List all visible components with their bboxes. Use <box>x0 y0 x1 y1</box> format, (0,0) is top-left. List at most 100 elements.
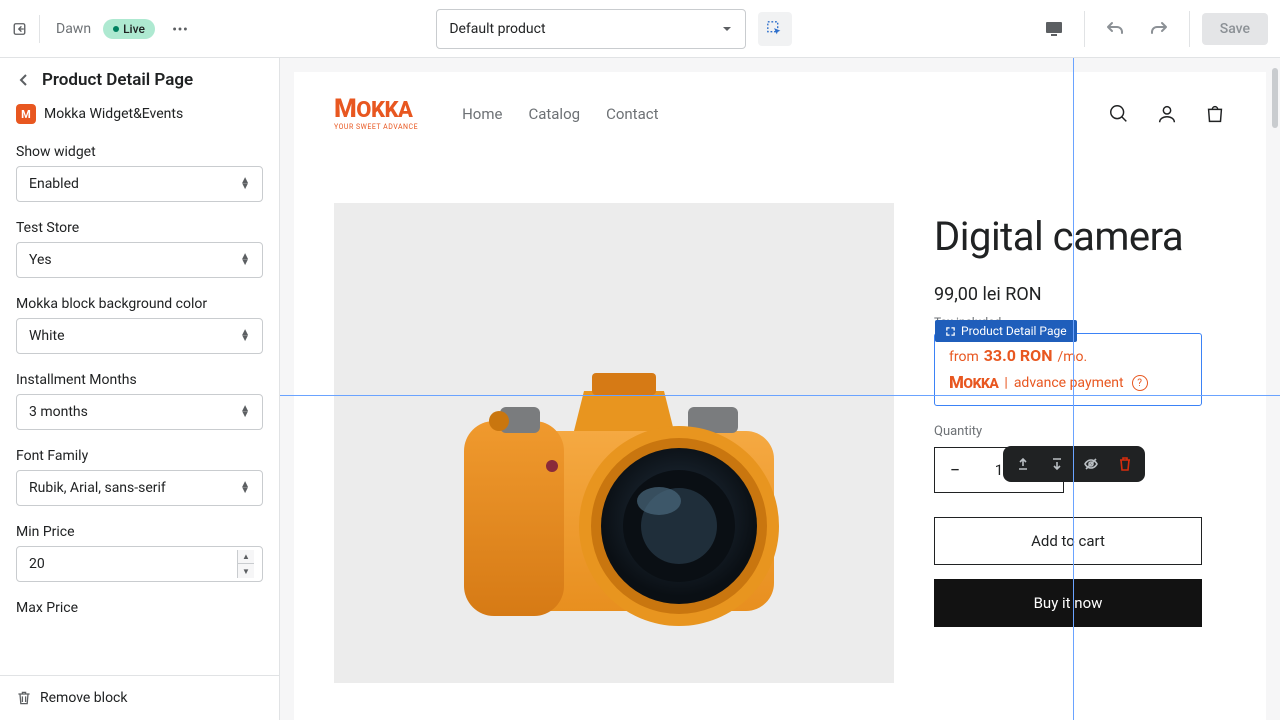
field-months: Installment Months 3 months ▲▼ <box>16 372 263 430</box>
mokka-price-line: from 33.0 RON /mo. <box>949 346 1187 365</box>
spinner-down[interactable]: ▼ <box>238 564 254 578</box>
select-arrows-icon: ▲▼ <box>240 178 250 190</box>
topbar-center: Default product <box>205 9 1024 49</box>
redo-button[interactable] <box>1141 11 1177 47</box>
move-up-icon <box>1015 456 1031 472</box>
app-name: Mokka Widget&Events <box>44 106 183 122</box>
min-price-input[interactable]: 20 ▲ ▼ <box>16 546 263 582</box>
months-select[interactable]: 3 months ▲▼ <box>16 394 263 430</box>
nav-contact[interactable]: Contact <box>606 105 658 123</box>
product-image[interactable] <box>334 203 894 683</box>
store-nav: Home Catalog Contact <box>462 105 658 123</box>
dots-icon <box>171 20 189 38</box>
field-show-widget: Show widget Enabled ▲▼ <box>16 144 263 202</box>
viewport-button[interactable] <box>1036 11 1072 47</box>
move-up-button[interactable] <box>1013 454 1033 474</box>
trash-icon <box>1117 456 1133 472</box>
mokka-widget-block[interactable]: Product Detail Page from 33.0 RON /mo. M… <box>934 333 1202 406</box>
number-value: 20 <box>29 556 45 572</box>
chevron-left-icon <box>16 72 32 88</box>
field-bg-color: Mokka block background color White ▲▼ <box>16 296 263 354</box>
nav-home[interactable]: Home <box>462 105 502 123</box>
app-icon: M <box>16 104 36 124</box>
select-value: White <box>29 328 65 344</box>
scrollbar-thumb[interactable] <box>1272 68 1278 128</box>
undo-button[interactable] <box>1097 11 1133 47</box>
select-arrows-icon: ▲▼ <box>240 406 250 418</box>
search-button[interactable] <box>1108 103 1130 125</box>
field-max-price: Max Price <box>16 600 263 616</box>
select-arrows-icon: ▲▼ <box>240 482 250 494</box>
theme-name: Dawn <box>56 21 91 37</box>
preview-scrollbar[interactable] <box>1272 68 1278 710</box>
remove-block-button[interactable]: Remove block <box>0 675 279 720</box>
product-area: Digital camera 99,00 lei RON Tax include… <box>294 143 1266 683</box>
exit-button[interactable] <box>12 15 40 43</box>
preview-frame[interactable]: MOKKA YOUR SWEET ADVANCE Home Catalog Co… <box>294 72 1266 720</box>
font-select[interactable]: Rubik, Arial, sans-serif ▲▼ <box>16 470 263 506</box>
mokka-brand-line: MOKKA | advance payment ? <box>949 373 1187 393</box>
from-text: from <box>949 349 979 365</box>
add-to-cart-button[interactable]: Add to cart <box>934 517 1202 565</box>
exit-icon <box>12 20 27 38</box>
bg-color-select[interactable]: White ▲▼ <box>16 318 263 354</box>
main-layout: Product Detail Page M Mokka Widget&Event… <box>0 58 1280 720</box>
divider <box>1189 11 1190 47</box>
test-store-select[interactable]: Yes ▲▼ <box>16 242 263 278</box>
sidebar-scroll[interactable]: Product Detail Page M Mokka Widget&Event… <box>0 58 279 675</box>
product-selector[interactable]: Default product <box>436 9 746 49</box>
inspector-button[interactable] <box>758 12 792 46</box>
sidebar-title: Product Detail Page <box>42 70 193 90</box>
product-info: Digital camera 99,00 lei RON Tax include… <box>934 203 1226 683</box>
cart-button[interactable] <box>1204 103 1226 125</box>
field-font: Font Family Rubik, Arial, sans-serif ▲▼ <box>16 448 263 506</box>
quantity-label: Quantity <box>934 424 1226 439</box>
user-icon <box>1156 103 1178 125</box>
move-down-button[interactable] <box>1047 454 1067 474</box>
search-icon <box>1108 103 1130 125</box>
eye-off-icon <box>1083 456 1099 472</box>
show-widget-select[interactable]: Enabled ▲▼ <box>16 166 263 202</box>
field-test-store: Test Store Yes ▲▼ <box>16 220 263 278</box>
select-value: Rubik, Arial, sans-serif <box>29 480 166 496</box>
store-logo[interactable]: MOKKA YOUR SWEET ADVANCE <box>334 96 418 131</box>
store-header-icons <box>1108 103 1226 125</box>
mokka-block-tag: Product Detail Page <box>935 320 1077 342</box>
field-label: Show widget <box>16 144 263 160</box>
redo-icon <box>1149 19 1169 39</box>
account-button[interactable] <box>1156 103 1178 125</box>
more-menu-button[interactable] <box>167 16 193 42</box>
amount-text: 33.0 RON <box>984 346 1053 365</box>
product-selector-value: Default product <box>449 21 545 37</box>
bag-icon <box>1204 103 1226 125</box>
hide-button[interactable] <box>1081 454 1101 474</box>
select-value: Yes <box>29 252 52 268</box>
preview-wrap: MOKKA YOUR SWEET ADVANCE Home Catalog Co… <box>280 58 1280 720</box>
buy-now-button[interactable]: Buy it now <box>934 579 1202 627</box>
live-badge: Live <box>103 19 155 39</box>
topbar-right: Save <box>1036 11 1268 47</box>
top-bar: Dawn Live Default product Save <box>0 0 1280 58</box>
product-title: Digital camera <box>934 213 1226 260</box>
divider <box>1084 11 1085 47</box>
camera-illustration <box>404 311 824 651</box>
sidebar-app-row[interactable]: M Mokka Widget&Events <box>16 104 263 124</box>
save-button[interactable]: Save <box>1202 13 1268 45</box>
trash-icon <box>16 690 32 706</box>
help-icon[interactable]: ? <box>1132 375 1148 391</box>
product-price: 99,00 lei RON <box>934 284 1226 305</box>
tag-label: Product Detail Page <box>961 324 1067 338</box>
mokka-small-logo: MOKKA <box>949 373 998 393</box>
topbar-left: Dawn Live <box>12 15 193 43</box>
caret-down-icon <box>721 23 733 35</box>
back-button[interactable] <box>16 72 32 88</box>
quantity-decrease[interactable]: − <box>935 448 975 492</box>
logo-subtext: YOUR SWEET ADVANCE <box>334 124 418 131</box>
settings-sidebar: Product Detail Page M Mokka Widget&Event… <box>0 58 280 720</box>
remove-block-label: Remove block <box>40 690 127 706</box>
delete-button[interactable] <box>1115 454 1135 474</box>
divider: | <box>1004 375 1007 391</box>
block-action-toolbar <box>1003 446 1145 482</box>
spinner-up[interactable]: ▲ <box>238 550 254 564</box>
nav-catalog[interactable]: Catalog <box>528 105 580 123</box>
